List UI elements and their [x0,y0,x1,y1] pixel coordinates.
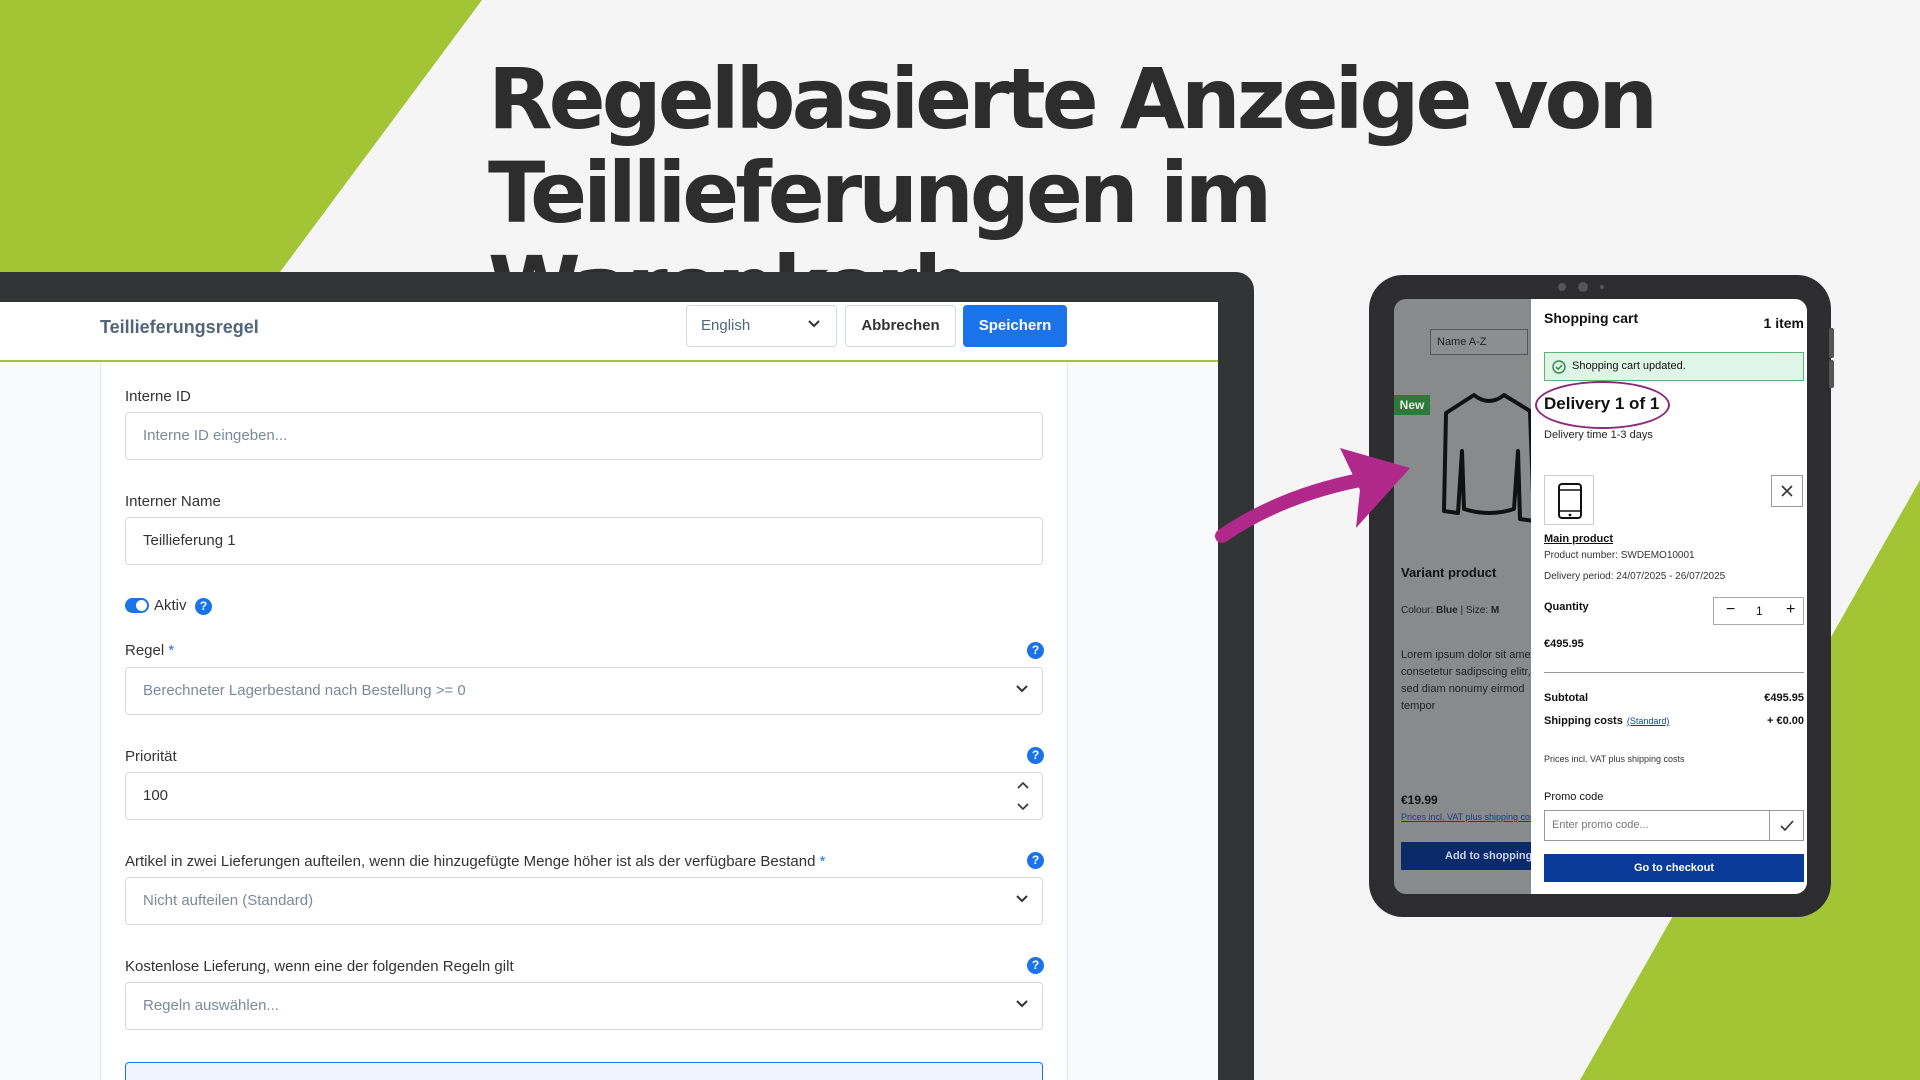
help-icon[interactable]: ? [1027,852,1044,869]
required-mark: * [819,853,826,870]
chevron-down-icon [808,320,820,328]
delivery-title: Delivery 1 of 1 [1544,394,1660,413]
product-price: €19.99 [1401,793,1438,807]
size-value: M [1490,605,1500,616]
headline-line-1: Regelbasierte Anzeige von [488,50,1658,148]
promo-label: Promo code [1544,791,1604,803]
quantity-label: Quantity [1544,601,1589,613]
priority-input[interactable]: 100 [125,772,1043,820]
rule-select[interactable]: Berechneter Lagerbestand nach Bestellung… [125,667,1043,715]
admin-header: Teillieferungsregel English Abbrechen Sp… [0,302,1218,362]
split-label-text: Artikel in zwei Lieferungen aufteilen, w… [125,853,816,870]
split-select[interactable]: Nicht aufteilen (Standard) [125,877,1043,925]
cart-count: 1 item [1763,315,1804,331]
shirt-icon [1442,393,1534,523]
remove-item-button[interactable] [1771,475,1803,507]
quantity-value: 1 [1756,604,1763,618]
delivery-time: Delivery time 1-3 days [1544,429,1653,441]
priority-label: Priorität [125,748,177,765]
language-value: English [701,317,751,334]
help-icon[interactable]: ? [1027,957,1044,974]
help-icon[interactable]: ? [1027,642,1044,659]
cart-updated-alert: Shopping cart updated. [1544,352,1804,381]
plus-icon[interactable]: + [1786,601,1795,619]
product-listing: Name A-Z New Variant product Colour: Blu… [1394,299,1556,894]
check-icon [1780,820,1794,832]
internal-name-input[interactable]: Teillieferung 1 [125,517,1043,565]
promo-code-input[interactable]: Enter promo code... [1544,810,1770,841]
product-description: Lorem ipsum dolor sit amet, consetetur s… [1401,649,1537,712]
chevron-down-icon [1016,895,1028,903]
language-select[interactable]: English [686,305,837,347]
admin-screen: Teillieferungsregel English Abbrechen Sp… [0,302,1218,1080]
cart-offcanvas: Shopping cart 1 item Shopping cart updat… [1531,299,1807,894]
vat-link[interactable]: Prices incl. VAT plus shipping costs [1401,812,1542,822]
cart-title: Shopping cart [1544,310,1639,326]
free-delivery-label: Kostenlose Lieferung, wenn eine der folg… [125,958,514,975]
divider [1544,672,1804,673]
chevron-down-icon [1016,685,1028,693]
active-label: Aktiv [154,597,187,614]
rule-value: Berechneter Lagerbestand nach Bestellung… [143,682,466,699]
promo-submit-button[interactable] [1770,810,1804,841]
tablet-button [1829,328,1834,358]
priority-value: 100 [143,787,169,804]
shipping-label-text: Shipping costs [1544,715,1623,727]
product-number: Product number: SWDEMO10001 [1544,550,1695,561]
chevron-down-icon [1016,1000,1028,1008]
product-name-link[interactable]: Main product [1544,533,1613,545]
alert-text: Shopping cart updated. [1572,360,1686,372]
close-icon [1781,485,1793,497]
rule-form: Interne ID Interne ID eingeben... Intern… [100,362,1068,1080]
split-value: Nicht aufteilen (Standard) [143,892,314,909]
free-delivery-placeholder: Regeln auswählen... [143,997,279,1014]
save-button[interactable]: Speichern [963,305,1067,347]
help-icon[interactable]: ? [195,598,212,615]
smartphone-icon [1558,483,1582,519]
info-box [125,1062,1043,1080]
sort-select[interactable]: Name A-Z [1430,329,1528,355]
tablet-screen: Name A-Z New Variant product Colour: Blu… [1394,299,1807,894]
internal-id-label: Interne ID [125,388,191,405]
cancel-button[interactable]: Abbrechen [845,305,956,347]
tablet-camera [1600,285,1604,289]
internal-name-label: Interner Name [125,493,221,510]
add-to-cart-button[interactable]: Add to shopping cart [1401,842,1556,870]
line-price: €495.95 [1544,638,1584,650]
product-thumbnail[interactable] [1544,475,1594,525]
subtotal-value: €495.95 [1764,692,1804,704]
colour-label: Colour: [1401,605,1434,616]
rule-label-text: Regel [125,642,165,659]
quantity-stepper[interactable]: − 1 + [1713,597,1804,625]
page-title: Teillieferungsregel [100,317,259,337]
arrow-icon [1215,448,1410,543]
size-label: Size: [1465,605,1489,616]
checkout-button[interactable]: Go to checkout [1544,854,1804,882]
colour-value: Blue [1436,605,1458,616]
internal-id-input[interactable]: Interne ID eingeben... [125,412,1043,460]
rule-label: Regel * [125,642,174,659]
tablet-camera [1558,283,1566,291]
help-icon[interactable]: ? [1027,747,1044,764]
minus-icon[interactable]: − [1726,601,1735,619]
shipping-method-link[interactable]: (Standard) [1627,716,1670,726]
variant-title: Variant product [1401,565,1497,580]
shipping-value: + €0.00 [1766,715,1804,727]
new-badge: New [1394,395,1430,415]
variant-attributes: Colour: Blue | Size: M [1401,605,1500,616]
tablet-button [1829,360,1834,388]
delivery-period: Delivery period: 24/07/2025 - 26/07/2025 [1544,571,1726,582]
split-label: Artikel in zwei Lieferungen aufteilen, w… [125,853,825,870]
free-delivery-select[interactable]: Regeln auswählen... [125,982,1043,1030]
check-circle-icon [1552,360,1566,374]
required-mark: * [168,642,175,659]
tablet-camera [1578,282,1588,292]
active-toggle[interactable] [125,598,149,613]
subtotal-label: Subtotal [1544,692,1588,704]
shipping-label: Shipping costs (Standard) [1544,715,1669,727]
vat-note: Prices incl. VAT plus shipping costs [1544,754,1685,764]
stepper-icon[interactable] [1016,779,1030,813]
